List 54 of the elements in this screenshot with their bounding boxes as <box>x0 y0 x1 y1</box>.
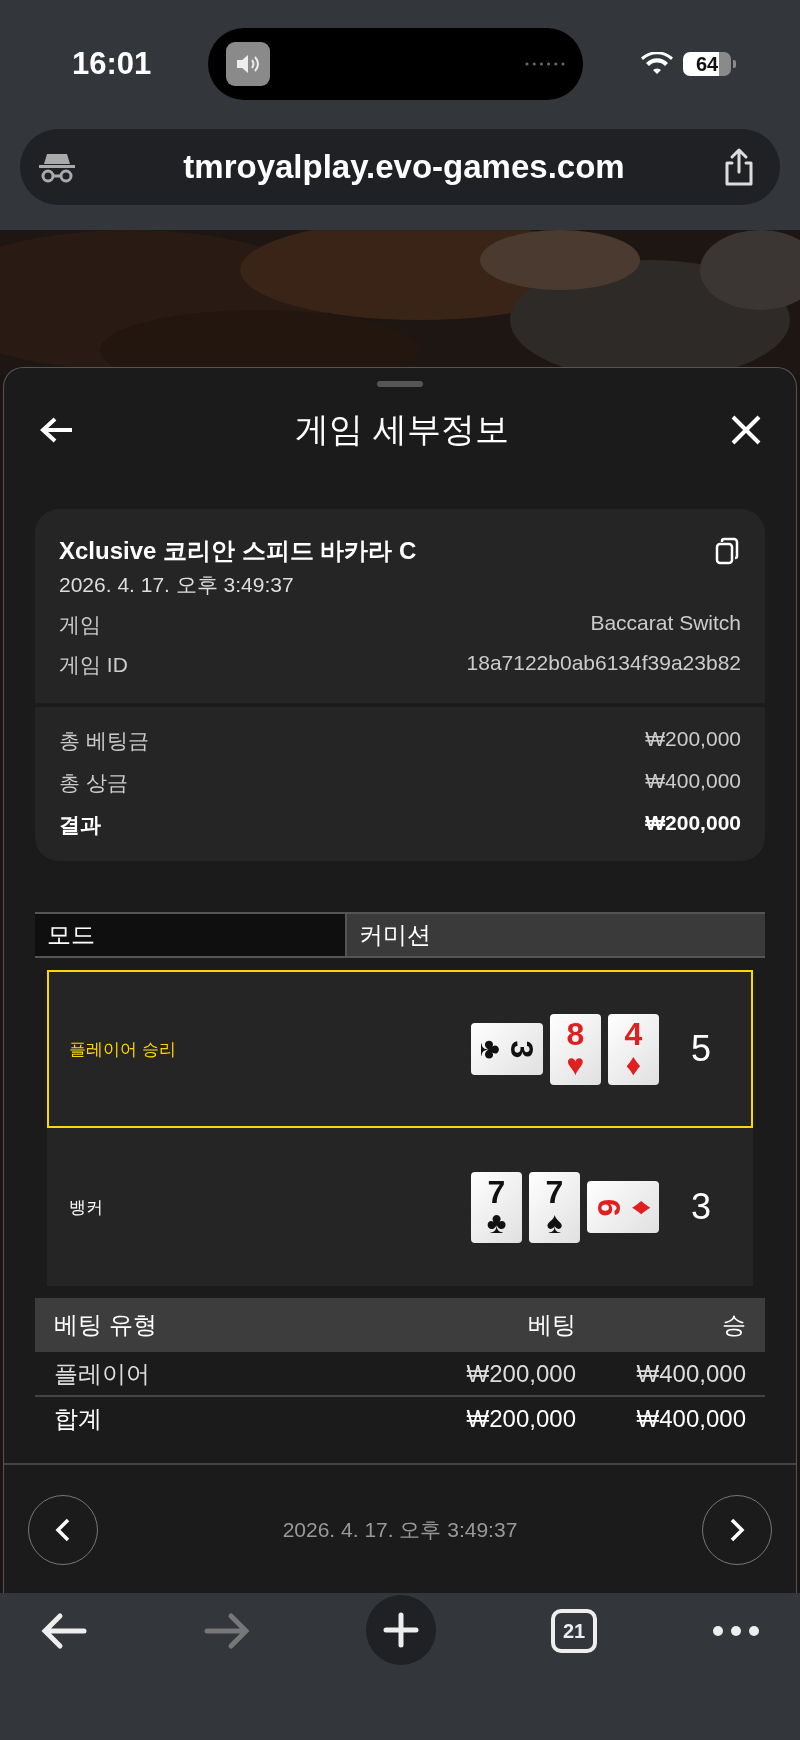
card-suit: ♠ <box>546 1208 563 1238</box>
hand-score: 3 <box>691 1186 713 1228</box>
mode-label: 모드 <box>35 914 345 956</box>
card-rank: 3 <box>506 1040 538 1058</box>
card-suit: ♦ <box>625 1050 642 1080</box>
total-value: ₩200,000 <box>645 811 741 836</box>
card-suit: ♥ <box>566 1050 585 1080</box>
plus-icon <box>383 1612 419 1648</box>
card-suit: ♣ <box>476 1039 506 1059</box>
hand-label: 플레이어 승리 <box>69 1038 177 1061</box>
column-header: 베팅 유형 <box>54 1310 158 1340</box>
game-title: Xclusive 코리안 스피드 바카라 C <box>59 536 418 566</box>
speaker-icon <box>226 42 270 86</box>
total-label: 총 상금 <box>59 770 128 796</box>
table-cell-text: ₩400,000 <box>635 1359 746 1388</box>
column-header: 베팅 <box>527 1310 576 1340</box>
card-rank: 4 <box>624 1018 643 1050</box>
clock: 16:01 <box>72 46 153 82</box>
card-suit: ♣ <box>486 1208 507 1238</box>
sheet-title: 게임 세부정보 <box>295 409 509 450</box>
chevron-right-icon <box>729 1517 745 1543</box>
round-date: 2026. 4. 17. 오후 3:49:37 <box>282 1517 518 1543</box>
hand-label: 뱅커 <box>69 1196 104 1219</box>
drag-handle[interactable] <box>377 381 423 387</box>
card-suit: ♦ <box>624 1199 654 1215</box>
card-rank: 7 <box>487 1176 506 1208</box>
activity-dots-icon <box>525 62 565 66</box>
chevron-left-icon <box>55 1517 71 1543</box>
card-rank: 8 <box>566 1018 585 1050</box>
table-cell-text: ₩200,000 <box>465 1359 576 1388</box>
hand-score: 5 <box>691 1028 713 1070</box>
detail-label: 게임 ID <box>59 652 128 678</box>
detail-value: Baccarat Switch <box>590 611 741 636</box>
game-date: 2026. 4. 17. 오후 3:49:37 <box>59 572 295 598</box>
wifi-icon <box>641 52 673 76</box>
column-header: 승 <box>721 1310 746 1340</box>
battery-icon: 64 <box>683 52 731 76</box>
table-cell-text: 합계 <box>54 1403 103 1434</box>
copy-icon[interactable] <box>715 537 739 565</box>
back-arrow-icon[interactable] <box>40 416 74 444</box>
total-value: ₩400,000 <box>645 769 741 794</box>
detail-label: 게임 <box>59 612 101 638</box>
card-rank: 7 <box>545 1176 564 1208</box>
total-value: ₩200,000 <box>645 727 741 752</box>
card-rank: 9 <box>592 1198 624 1216</box>
table-cell-text: ₩400,000 <box>635 1404 746 1433</box>
detail-value: 18a7122b0ab6134f39a23b82 <box>466 651 741 676</box>
mode-value: 커미션 <box>345 914 765 956</box>
table-cell-text: ₩200,000 <box>465 1404 576 1433</box>
table-cell-text: 플레이어 <box>54 1358 151 1389</box>
total-label: 총 베팅금 <box>59 728 149 754</box>
tabs-button[interactable]: 21 <box>551 1609 597 1653</box>
total-label: 결과 <box>59 812 101 838</box>
close-icon[interactable] <box>730 414 762 446</box>
